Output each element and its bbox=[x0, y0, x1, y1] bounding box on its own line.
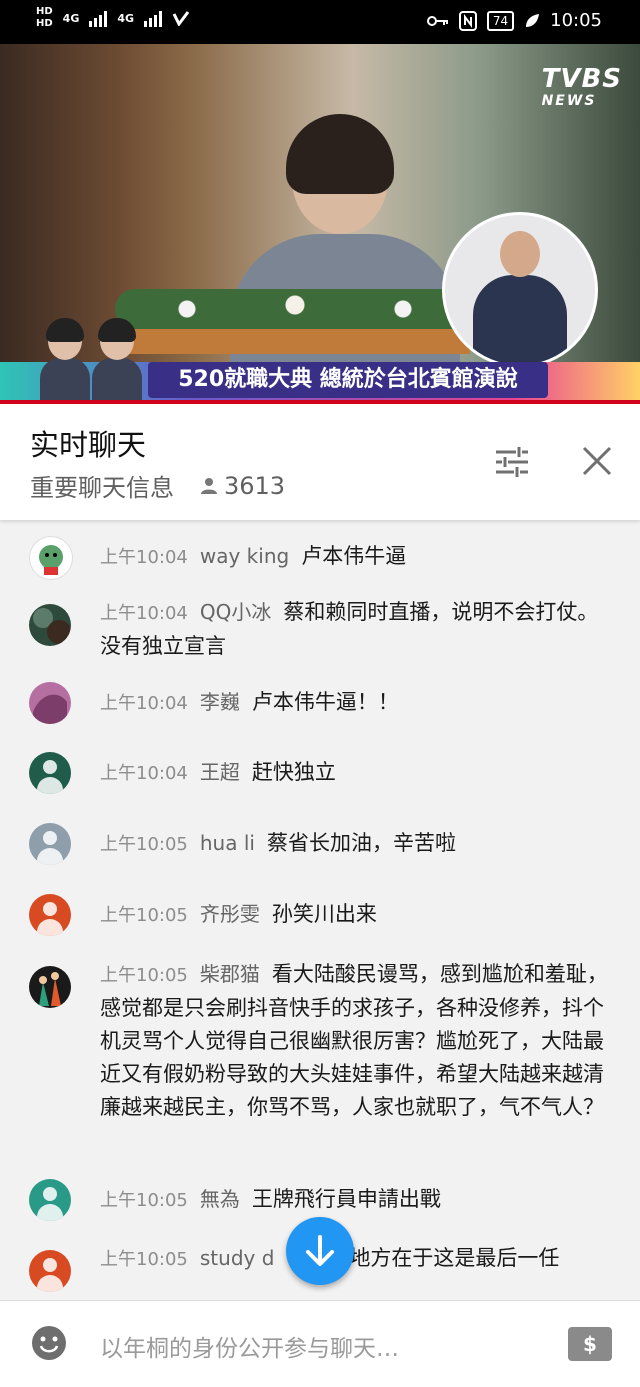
user-avatar[interactable] bbox=[29, 823, 71, 865]
message-text: 卢本伟牛逼 bbox=[301, 544, 407, 568]
hd-badges: HD HD bbox=[36, 6, 53, 30]
message-body: 上午10:04 way king 卢本伟牛逼 bbox=[100, 540, 612, 574]
arrow-down-icon bbox=[306, 1235, 334, 1266]
tune-icon[interactable] bbox=[494, 444, 530, 480]
sign-language-interpreter bbox=[442, 212, 598, 368]
user-avatar[interactable] bbox=[29, 1250, 71, 1292]
vpn-check-icon bbox=[172, 11, 190, 26]
message-author[interactable]: QQ小冰 bbox=[200, 600, 271, 624]
signal-bars-2-icon bbox=[144, 9, 163, 27]
signal-indicators: HD HD 4G 4G bbox=[36, 6, 190, 30]
message-author[interactable]: 柴郡猫 bbox=[200, 962, 260, 986]
status-bar: HD HD 4G 4G 74 10:05 bbox=[0, 0, 640, 44]
emoji-icon[interactable] bbox=[31, 1325, 67, 1361]
close-icon[interactable] bbox=[580, 444, 614, 478]
key-icon bbox=[426, 15, 448, 26]
message-body: 上午10:05 柴郡猫 看大陆酸民谩骂，感到尴尬和羞耻，感觉都是只会刷抖音快手的求孩… bbox=[100, 958, 612, 1124]
message-author[interactable]: study d bbox=[200, 1246, 275, 1270]
chat-input-bar: 以年桐的身份公开参与聊天… $ bbox=[0, 1300, 640, 1387]
chat-message-list[interactable]: 上午10:04 way king 卢本伟牛逼 上午10:04 QQ小冰 蔡和赖同时直播，… bbox=[0, 520, 640, 1300]
flower-arrangement bbox=[115, 289, 475, 329]
chat-title: 实时聊天 bbox=[30, 428, 147, 462]
user-avatar[interactable] bbox=[29, 894, 71, 936]
message-body: 上午10:05 study d 特别的地方在于这是最后一任 bbox=[100, 1242, 612, 1276]
video-player[interactable]: TVBS NEWS 520就職大典 總統於台北賓館演說 bbox=[0, 44, 640, 404]
message-text: 蔡省长加油，辛苦啦 bbox=[266, 831, 456, 855]
message-time: 上午10:05 bbox=[100, 1190, 188, 1211]
user-avatar[interactable] bbox=[29, 752, 71, 794]
network-type-2: 4G bbox=[117, 11, 135, 25]
user-avatar[interactable] bbox=[29, 1179, 71, 1221]
chat-filter-row[interactable]: 重要聊天信息 3613 bbox=[30, 468, 285, 503]
message-time: 上午10:05 bbox=[100, 905, 188, 926]
network-type-1: 4G bbox=[62, 11, 80, 25]
message-text: 卢本伟牛逼！！ bbox=[251, 690, 399, 714]
super-chat-icon[interactable]: $ bbox=[568, 1327, 612, 1361]
message-text: 赶快独立 bbox=[251, 760, 336, 784]
portrait-1 bbox=[40, 318, 90, 402]
message-body: 上午10:05 hua li 蔡省长加油，辛苦啦 bbox=[100, 827, 612, 861]
portrait-2 bbox=[92, 318, 142, 402]
message-time: 上午10:05 bbox=[100, 1249, 188, 1270]
message-body: 上午10:04 QQ小冰 蔡和赖同时直播，说明不会打仗。没有独立宣言 bbox=[100, 596, 612, 663]
chat-input[interactable]: 以年桐的身份公开参与聊天… bbox=[100, 1329, 399, 1363]
user-avatar[interactable] bbox=[29, 682, 71, 724]
status-right: 74 10:05 bbox=[426, 10, 602, 31]
headline-banner: 520就職大典 總統於台北賓館演說 bbox=[148, 362, 548, 398]
message-time: 上午10:04 bbox=[100, 603, 188, 624]
message-text: 孙笑川出来 bbox=[271, 902, 377, 926]
tvbs-logo: TVBS NEWS bbox=[542, 66, 622, 112]
message-body: 上午10:05 無為 王牌飛行員申請出戰 bbox=[100, 1183, 612, 1217]
person-icon bbox=[201, 477, 217, 494]
message-author[interactable]: 無為 bbox=[200, 1187, 240, 1211]
user-avatar[interactable] bbox=[29, 604, 71, 646]
message-time: 上午10:04 bbox=[100, 693, 188, 714]
message-author[interactable]: hua li bbox=[200, 831, 255, 855]
message-body: 上午10:05 齐彤雯 孙笑川出来 bbox=[100, 898, 612, 932]
chat-header: 实时聊天 重要聊天信息 3613 bbox=[0, 404, 640, 520]
message-author[interactable]: way king bbox=[200, 544, 289, 568]
signal-bars-1-icon bbox=[89, 9, 108, 27]
message-time: 上午10:04 bbox=[100, 547, 188, 568]
message-author[interactable]: 王超 bbox=[200, 760, 240, 784]
message-time: 上午10:05 bbox=[100, 965, 188, 986]
message-time: 上午10:05 bbox=[100, 834, 188, 855]
message-text: 王牌飛行員申請出戰 bbox=[251, 1187, 441, 1211]
chat-mode-label[interactable]: 重要聊天信息 bbox=[30, 468, 174, 503]
clock: 10:05 bbox=[550, 10, 602, 31]
battery-indicator: 74 bbox=[486, 10, 515, 31]
viewer-count: 3613 bbox=[200, 472, 285, 500]
message-author[interactable]: 李巍 bbox=[200, 690, 240, 714]
hd-badge-2: HD bbox=[36, 18, 53, 29]
user-avatar[interactable] bbox=[29, 966, 71, 1008]
scroll-to-bottom-button[interactable] bbox=[286, 1217, 354, 1285]
leaf-icon bbox=[526, 13, 540, 27]
user-avatar[interactable] bbox=[29, 536, 73, 580]
message-body: 上午10:04 李巍 卢本伟牛逼！！ bbox=[100, 686, 612, 720]
super-chat-symbol: $ bbox=[583, 1332, 597, 1356]
message-body: 上午10:04 王超 赶快独立 bbox=[100, 756, 612, 790]
hd-badge-1: HD bbox=[36, 6, 53, 17]
nfc-icon bbox=[458, 10, 477, 31]
message-author[interactable]: 齐彤雯 bbox=[200, 902, 260, 926]
message-time: 上午10:04 bbox=[100, 763, 188, 784]
viewer-count-value: 3613 bbox=[224, 471, 286, 500]
